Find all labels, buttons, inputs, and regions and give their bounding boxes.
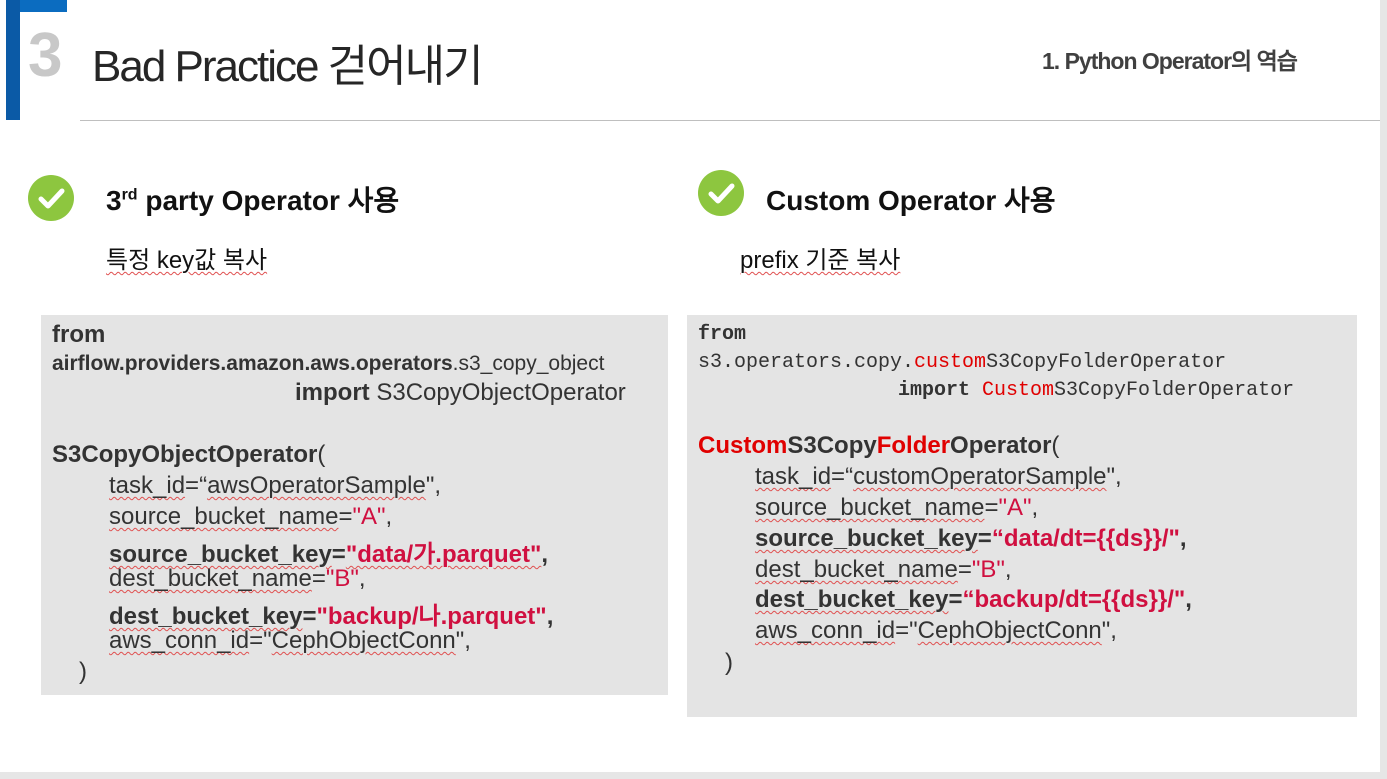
code-line: task_id=“customOperatorSample", bbox=[755, 463, 1122, 490]
code-line: dest_bucket_key=“backup/dt={{ds}}/", bbox=[755, 586, 1192, 613]
accent-top-bar bbox=[20, 0, 67, 12]
code-line: dest_bucket_key="backup/나.parquet", bbox=[109, 603, 554, 630]
code-line: aws_conn_id="CephObjectConn", bbox=[109, 627, 471, 654]
check-circle-icon bbox=[698, 170, 744, 216]
code-line: CustomS3CopyFolderOperator( bbox=[698, 432, 1060, 459]
left-heading: 3rd party Operator 사용 bbox=[106, 185, 400, 216]
code-line: dest_bucket_name="B", bbox=[109, 565, 366, 592]
left-code-block: from airflow.providers.amazon.aws.operat… bbox=[41, 315, 668, 695]
code-line: dest_bucket_name="B", bbox=[755, 556, 1012, 583]
code-line: source_bucket_key="data/가.parquet", bbox=[109, 541, 549, 568]
code-line: import S3CopyObjectOperator bbox=[295, 379, 626, 406]
code-line: import CustomS3CopyFolderOperator bbox=[898, 379, 1295, 402]
right-code-block: from s3.operators.copy.customS3CopyFolde… bbox=[687, 315, 1357, 717]
slide-subtitle: 1. Python Operator의 역습 bbox=[1042, 48, 1298, 74]
code-line: source_bucket_key=“data/dt={{ds}}/", bbox=[755, 525, 1187, 552]
code-line: from bbox=[52, 321, 106, 348]
code-line: source_bucket_name="A", bbox=[755, 494, 1039, 521]
code-line: S3CopyObjectOperator( bbox=[52, 441, 326, 468]
code-line: ) bbox=[79, 658, 87, 685]
accent-bar bbox=[6, 0, 20, 120]
code-line: from bbox=[698, 323, 747, 346]
right-subheading: prefix 기준 복사 bbox=[740, 247, 901, 274]
slide-title: Bad Practice 걷어내기 bbox=[92, 42, 484, 91]
code-line: source_bucket_name="A", bbox=[109, 503, 393, 530]
code-line: aws_conn_id="CephObjectConn", bbox=[755, 617, 1117, 644]
code-line: airflow.providers.amazon.aws.operators.s… bbox=[52, 352, 605, 375]
right-heading: Custom Operator 사용 bbox=[766, 185, 1056, 216]
check-circle-icon bbox=[28, 175, 74, 221]
code-line: s3.operators.copy.customS3CopyFolderOper… bbox=[698, 351, 1227, 374]
code-line: task_id=“awsOperatorSample", bbox=[109, 472, 442, 499]
header-divider bbox=[80, 120, 1380, 121]
slide: 3 Bad Practice 걷어내기 1. Python Operator의 … bbox=[0, 0, 1380, 772]
section-number: 3 bbox=[28, 21, 63, 90]
left-subheading: 특정 key값 복사 bbox=[106, 247, 268, 274]
code-line: ) bbox=[725, 649, 733, 676]
